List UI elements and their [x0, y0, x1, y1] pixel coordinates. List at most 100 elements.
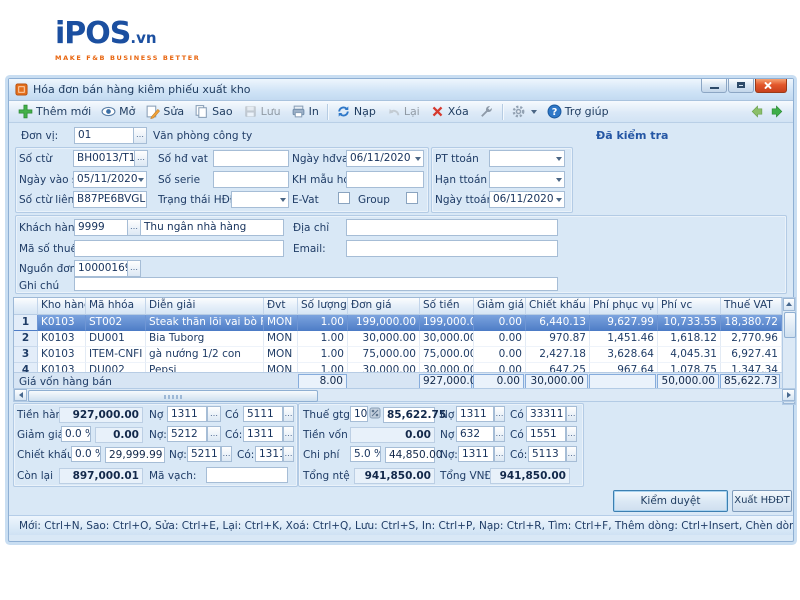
scroll-left-button[interactable] [14, 389, 27, 401]
minimize-button[interactable] [701, 79, 727, 93]
column-header[interactable]: Chiết khấu [526, 298, 590, 315]
thue-gtgt-no-input[interactable]: 1311 [456, 406, 494, 422]
chiet-khau-co-input[interactable]: 1311 [255, 446, 283, 462]
evat-checkbox[interactable] [338, 192, 350, 204]
thue-gtgt-value[interactable]: 85,622.75 [383, 407, 435, 423]
grid-horizontal-scrollbar[interactable] [13, 388, 796, 402]
chevron-down-icon[interactable] [556, 157, 562, 161]
don-vi-input[interactable]: 01 [74, 127, 134, 144]
ma-vach-input[interactable] [206, 467, 288, 483]
lookup-button[interactable]: … [494, 446, 505, 462]
han-ttoan-select[interactable] [489, 171, 565, 188]
kh-mau-hd-input[interactable] [346, 171, 424, 188]
lookup-button[interactable]: … [207, 426, 221, 442]
title-bar[interactable]: Hóa đơn bán hàng kiêm phiếu xuất kho [9, 79, 793, 101]
pt-ttoan-select[interactable] [489, 150, 565, 167]
ngay-vao-so-input[interactable]: 05/11/2020 [73, 171, 147, 188]
toolbar-button-sao[interactable]: Sao [189, 103, 237, 120]
lookup-button[interactable]: … [283, 446, 294, 462]
back-arrow-icon[interactable] [749, 104, 764, 119]
lookup-button[interactable]: … [221, 446, 232, 462]
nguon-don-lookup-button[interactable]: … [127, 260, 141, 277]
so-serie-input[interactable] [213, 171, 289, 188]
chi-phi-no-input[interactable]: 1311 [458, 446, 494, 462]
ma-so-thue-input[interactable] [74, 240, 284, 257]
lookup-button[interactable]: … [494, 406, 505, 422]
tien-von-co-input[interactable]: 1551 [526, 426, 566, 442]
thue-gtgt-rate-input[interactable]: 10 [350, 406, 368, 422]
column-header[interactable]: Kho hàng [38, 298, 86, 315]
column-header[interactable]: Phí phục vụ [590, 298, 658, 315]
ghi-chu-input[interactable] [74, 277, 558, 291]
toolbar-button-tools[interactable] [474, 103, 499, 120]
giam-gia-pct-input[interactable]: 0.0 % [61, 426, 91, 442]
lookup-button[interactable]: … [566, 446, 577, 462]
close-button[interactable] [755, 79, 787, 93]
trang-thai-hdd-select[interactable] [231, 191, 289, 208]
toolbar-button-settings[interactable] [506, 103, 542, 120]
table-row[interactable]: 2 K0103 DU001 Bia Tuborg MON 1.00 30,000… [14, 331, 783, 347]
forward-arrow-icon[interactable] [770, 104, 785, 119]
ngay-hdvat-input[interactable]: 06/11/2020 [346, 150, 424, 167]
so-ctu-lookup-button[interactable]: … [134, 150, 148, 167]
column-header[interactable]: Số tiền [420, 298, 474, 315]
chevron-down-icon[interactable] [556, 178, 562, 182]
maximize-button[interactable] [728, 79, 754, 93]
column-header[interactable]: Mã hhóa [86, 298, 146, 315]
toolbar-button-sua[interactable]: Sửa [140, 103, 189, 120]
so-ctu-input[interactable]: BH0013/T11 [73, 150, 135, 167]
xuat-hddt-button[interactable]: Xuất HĐĐT [732, 490, 792, 512]
don-vi-lookup-button[interactable]: … [133, 127, 147, 144]
khach-hang-lookup-button[interactable]: … [127, 219, 141, 236]
so-ctu-lien-quan-input[interactable]: B87PE6BVGLE… [73, 191, 147, 208]
kiem-duyet-button[interactable]: Kiểm duyệt [613, 490, 728, 512]
chiet-khau-value[interactable]: 29,999.99 [105, 447, 165, 463]
table-row-selected[interactable]: 1 K0103 ST002 Steak thăn lõi vai bò Fuji… [14, 315, 783, 331]
ngay-ttoan-input[interactable]: 06/11/2020 [489, 191, 565, 208]
toolbar-button-xoa[interactable]: Xóa [425, 103, 474, 120]
column-header[interactable]: Giảm giá [474, 298, 526, 315]
table-row[interactable]: 3 K0103 ITEM-CNFI gà nướng 1/2 con MON 1… [14, 347, 783, 363]
toolbar-button-luu[interactable]: Lưu [238, 103, 286, 120]
email-input[interactable] [346, 240, 558, 257]
column-header[interactable]: Diễn giải [146, 298, 264, 315]
nguon-don-input[interactable]: 10000169 [74, 260, 128, 277]
chiet-khau-no-input[interactable]: 5211 [187, 446, 221, 462]
column-header[interactable]: Phí vc [658, 298, 721, 315]
group-checkbox[interactable] [406, 192, 418, 204]
toolbar-button-lai[interactable]: Lại [381, 103, 425, 120]
chevron-down-icon[interactable] [280, 198, 286, 202]
toolbar-button-them-moi[interactable]: Thêm mới [13, 103, 96, 120]
khach-hang-code-input[interactable]: 9999 [74, 219, 128, 236]
tien-von-no-input[interactable]: 632 [456, 426, 494, 442]
chevron-down-icon[interactable] [415, 157, 421, 161]
lookup-button[interactable]: … [283, 426, 294, 442]
khach-hang-name-input[interactable]: Thu ngân nhà hàng [140, 219, 284, 236]
thue-gtgt-co-input[interactable]: 33311 [526, 406, 566, 422]
lookup-button[interactable]: … [566, 406, 577, 422]
toolbar-button-tro-giup[interactable]: ? Trợ giúp [542, 103, 614, 120]
column-header[interactable]: Thuế VAT [721, 298, 782, 315]
toolbar-button-mo[interactable]: Mở [96, 103, 140, 120]
lookup-button[interactable]: … [207, 406, 221, 422]
toolbar-button-in[interactable]: In [286, 103, 324, 120]
giam-gia-co-input[interactable]: 1311 [243, 426, 283, 442]
lookup-button[interactable]: … [494, 426, 505, 442]
toolbar-button-nap[interactable]: Nạp [331, 103, 381, 120]
lookup-button[interactable]: … [566, 426, 577, 442]
chevron-down-icon[interactable] [556, 198, 562, 202]
table-row-clipped[interactable]: 4 K0103 DU002 Pepsi MON 1.00 30,000.00 3… [14, 363, 783, 372]
scroll-up-button[interactable] [783, 298, 795, 311]
vat-lookup-icon[interactable] [369, 407, 381, 419]
column-header[interactable]: Đvt [264, 298, 298, 315]
scroll-right-button[interactable] [782, 389, 795, 401]
vscroll-thumb[interactable] [784, 312, 796, 338]
hscroll-thumb[interactable] [28, 390, 318, 402]
lookup-button[interactable]: … [283, 406, 294, 422]
chevron-down-icon[interactable] [138, 178, 144, 182]
chi-phi-pct-input[interactable]: 5.0 % [350, 446, 381, 462]
so-hd-vat-input[interactable] [213, 150, 289, 167]
chi-phi-value[interactable]: 44,850.00 [385, 447, 435, 463]
tien-hang-co-input[interactable]: 5111 [243, 406, 283, 422]
chiet-khau-pct-input[interactable]: 0.0 % [71, 446, 101, 462]
